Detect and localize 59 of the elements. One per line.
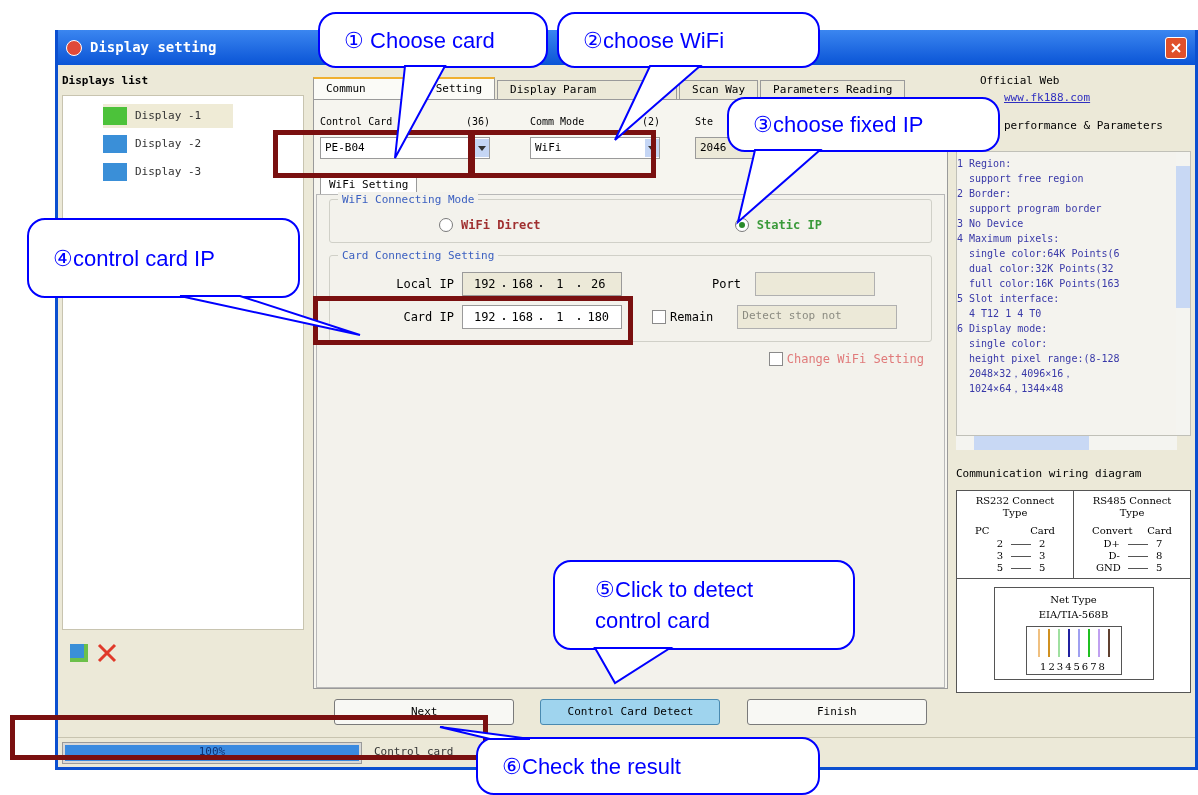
delete-icon[interactable] [96,642,118,664]
pin-label: GND [1096,562,1120,574]
radio-label: WiFi Direct [461,216,541,234]
ip-input-field[interactable]: 192 168 1 180 [462,304,622,329]
pin-label: 5 [1156,562,1164,574]
display-item[interactable]: Display -2 [103,132,233,156]
scrollbar[interactable] [1176,151,1190,435]
official-web-label: Official Web [979,73,1060,89]
dialog-button[interactable]: Control Card Detect [540,699,721,725]
count-label: (2) [641,115,660,129]
column-header: Card [1147,524,1172,538]
column-header: Convert [1092,524,1133,538]
dropdown[interactable]: WiFi [530,137,660,159]
radio-button[interactable] [439,217,454,232]
count-label: (36) [465,115,490,129]
pin-label: 5 [1039,562,1047,574]
ip-input-field[interactable]: 192 168 1 26 [462,271,622,296]
app-icon [66,39,82,56]
field-label: Card IP [402,308,454,326]
display-item[interactable]: Display -3 [103,160,233,184]
pin-label: 3 [1039,550,1047,562]
pin-label: 3 [995,550,1003,562]
dialog-button[interactable]: Finish [746,699,927,725]
checkbox[interactable] [768,351,783,366]
wiring-title: Communication wiring diagram [956,465,1143,482]
tab[interactable]: Scan Way [679,80,759,99]
field-label: Local IP [395,275,454,293]
group-title: WiFi Connecting Mode [338,191,479,208]
pin-label: 2 [995,538,1003,550]
net-standard: EIA/TIA-568B [1038,608,1109,622]
checkbox-label: Remain [670,308,714,326]
progress-text: 100% [197,744,227,761]
connect-type-title: RS232 Connect Type [974,495,1056,519]
close-icon[interactable] [1165,36,1187,59]
checkbox[interactable] [652,309,666,324]
display-item[interactable]: Display -1 [103,104,233,128]
pin-label: D+ [1102,538,1120,550]
pin-label: 5 [995,562,1003,574]
dropdown[interactable]: PE-B04 [320,137,490,159]
column-header: Card [1030,524,1055,538]
field-label: Control Card [320,115,393,129]
website-link[interactable]: www.fk188.com [1004,89,1091,106]
rj45-connector-drawing: 12345678 [1025,626,1122,675]
params-text: 1 Region: support free region 2 Border: support program border 3 No Device 4 Maximum pixels: single color:64K Points(6 dual color:32K Points(32 full color:16K Points(163 5 Slot interface: 4 T12 1 4 T0 6 Display mode: single color: height pixel range:(8-128 2048×32，4096×16， 1024×64，1344×48 [957,151,1176,435]
status-message: Control card [373,744,454,761]
net-type-title: Net Type [1050,593,1097,607]
params-title: performance & Parameters [1004,118,1163,134]
field-label: Comm Mode [530,115,585,129]
connect-type-title: RS485 Connect Type [1091,495,1173,519]
field-label: Port [712,275,741,293]
pin-label: 7 [1156,538,1164,550]
radio-label: Static IP [756,216,822,234]
pin-label: D- [1107,550,1120,562]
checkbox-label: Change WiFi Setting [786,350,924,368]
column-header: PC [975,524,990,538]
pin-label: 2 [1039,538,1047,550]
panel-title: Displays list [62,73,150,89]
pin-label: 8 [1156,550,1164,562]
window-title: Display setting [90,38,217,57]
